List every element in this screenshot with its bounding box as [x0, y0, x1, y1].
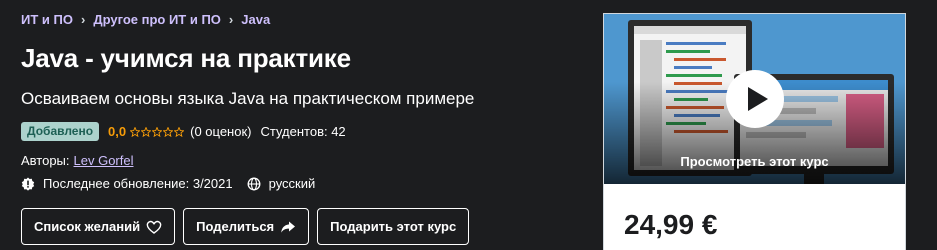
globe-icon — [247, 177, 261, 190]
breadcrumb-item-java[interactable]: Java — [241, 12, 270, 27]
course-actions: Список желаний Поделиться Подарить этот … — [21, 208, 470, 245]
star-outline-icon — [174, 126, 185, 137]
authors: Авторы: Lev Gorfel — [21, 153, 134, 168]
breadcrumb-item-it[interactable]: ИТ и ПО — [21, 12, 73, 27]
students-count: Студентов: 42 — [260, 124, 346, 139]
language-text: русский — [268, 176, 316, 191]
star-rating — [130, 126, 185, 137]
course-preview[interactable]: Просмотреть этот курс — [604, 14, 905, 184]
share-button[interactable]: Поделиться — [183, 208, 310, 245]
last-updated-text: Последнее обновление: 3/2021 — [43, 176, 233, 191]
language: русский — [247, 176, 316, 191]
authors-label: Авторы: — [21, 153, 70, 168]
heart-icon — [146, 220, 162, 234]
breadcrumb: ИТ и ПО › Другое про ИТ и ПО › Java — [21, 12, 270, 27]
share-arrow-icon — [281, 221, 296, 233]
gift-course-label: Подарить этот курс — [330, 219, 457, 234]
course-subtitle: Осваиваем основы языка Java на практичес… — [21, 89, 475, 108]
rating-value: 0,0 — [108, 124, 127, 139]
rating-count[interactable]: (0 оценок) — [190, 124, 251, 139]
wishlist-label: Список желаний — [34, 219, 141, 234]
wishlist-button[interactable]: Список желаний — [21, 208, 176, 245]
author-link[interactable]: Lev Gorfel — [74, 153, 134, 168]
breadcrumb-item-other-it[interactable]: Другое про ИТ и ПО — [93, 12, 221, 27]
play-icon[interactable] — [726, 70, 784, 128]
rating-row: Добавлено 0,0 (0 оценок) Студентов: 42 — [21, 122, 346, 141]
star-outline-icon — [130, 126, 141, 137]
star-outline-icon — [141, 126, 152, 137]
preview-label: Просмотреть этот курс — [680, 154, 829, 169]
course-sidebar-card: Просмотреть этот курс 24,99 € — [603, 13, 906, 250]
alert-badge-icon — [21, 177, 35, 191]
share-label: Поделиться — [196, 219, 275, 234]
course-price: 24,99 € — [624, 209, 718, 240]
chevron-right-icon: › — [80, 12, 86, 27]
star-outline-icon — [163, 126, 174, 137]
status-badge: Добавлено — [21, 122, 100, 141]
last-updated: Последнее обновление: 3/2021 — [21, 176, 233, 191]
course-meta: Последнее обновление: 3/2021 русский — [21, 176, 315, 191]
course-title: Java - учимся на практике — [21, 43, 351, 73]
chevron-right-icon: › — [228, 12, 234, 27]
star-outline-icon — [152, 126, 163, 137]
gift-course-button[interactable]: Подарить этот курс — [317, 208, 470, 245]
